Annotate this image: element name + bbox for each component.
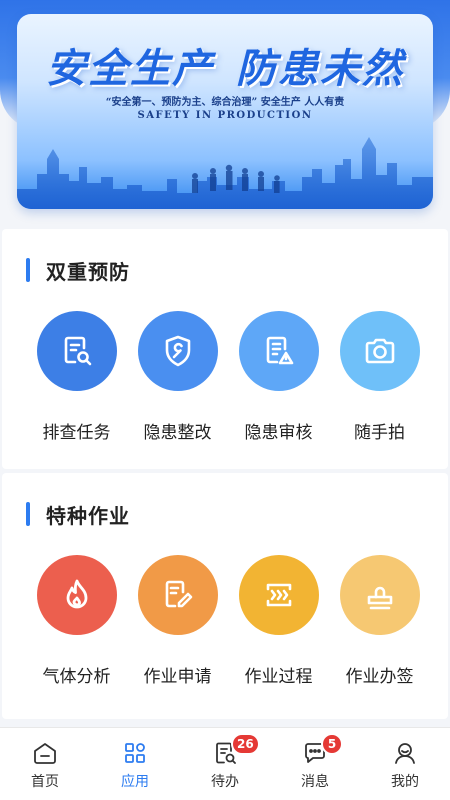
app-work-process[interactable]: 作业过程	[228, 555, 329, 687]
app-icon-circle	[137, 555, 218, 635]
apps-grid-icon	[121, 739, 149, 767]
tab-home[interactable]: 首页	[0, 728, 90, 800]
app-gas-analysis[interactable]: 气体分析	[26, 555, 127, 687]
todo-count-badge: 26	[231, 733, 260, 755]
app-grid: 气体分析 作业申请 作业过程 作业办签	[2, 555, 448, 687]
app-icon-circle	[339, 555, 420, 635]
section-dual-prevention: 双重预防 排查任务 隐患整改 隐患审核 随手拍	[2, 229, 448, 469]
tab-label: 待办	[211, 774, 239, 790]
banner-title-right: 防患未然	[236, 45, 404, 92]
bottom-tab-bar: 首页 应用 待办 26 消息 5 我的	[0, 727, 450, 800]
app-label: 隐患整改	[143, 423, 212, 443]
app-work-signoff[interactable]: 作业办签	[329, 555, 430, 687]
tab-todo[interactable]: 待办 26	[180, 728, 270, 800]
document-edit-icon	[165, 580, 192, 608]
tab-label: 应用	[121, 774, 149, 790]
process-arrows-icon	[266, 583, 291, 607]
section-special-operations: 特种作业 气体分析 作业申请 作业过程 作业办签	[2, 473, 448, 719]
document-search-icon	[64, 336, 91, 366]
app-label: 作业申请	[143, 667, 212, 687]
section-title-text: 双重预防	[46, 259, 130, 284]
banner-title: 安全生产 防患未然	[17, 36, 433, 94]
tab-mine[interactable]: 我的	[360, 728, 450, 800]
section-title: 特种作业	[26, 501, 130, 528]
app-icon-circle	[238, 311, 319, 391]
app-hazard-rectification[interactable]: 隐患整改	[127, 311, 228, 443]
app-label: 随手拍	[354, 423, 405, 443]
flame-icon	[66, 579, 87, 609]
app-inspection-task[interactable]: 排查任务	[26, 311, 127, 443]
section-title-bar	[26, 258, 30, 282]
stamp-icon	[367, 586, 392, 610]
tab-label: 消息	[301, 774, 329, 790]
banner-title-left: 安全生产	[46, 45, 214, 92]
tab-label: 我的	[391, 774, 419, 790]
app-icon-circle	[36, 311, 117, 391]
app-icon-circle	[137, 311, 218, 391]
document-warning-icon	[266, 336, 293, 365]
banner-slogan: “安全第一、预防为主、综合治理” 安全生产 人人有责	[105, 97, 345, 108]
app-grid: 排查任务 隐患整改 隐患审核 随手拍	[2, 311, 448, 443]
app-label: 作业过程	[244, 667, 313, 687]
user-icon	[391, 739, 419, 767]
shield-wrench-icon	[165, 335, 190, 367]
section-title-bar	[26, 502, 30, 526]
banner[interactable]: 安全生产 防患未然 “安全第一、预防为主、综合治理” 安全生产 人人有责 SAFE…	[17, 14, 433, 209]
camera-icon	[365, 338, 394, 364]
city-skyline-illustration	[17, 137, 433, 209]
app-snapshot[interactable]: 随手拍	[329, 311, 430, 443]
tab-label: 首页	[31, 774, 59, 790]
app-label: 排查任务	[42, 423, 111, 443]
tab-apps[interactable]: 应用	[90, 728, 180, 800]
app-icon-circle	[339, 311, 420, 391]
tab-messages[interactable]: 消息 5	[270, 728, 360, 800]
app-icon-circle	[238, 555, 319, 635]
app-label: 作业办签	[345, 667, 414, 687]
app-work-application[interactable]: 作业申请	[127, 555, 228, 687]
app-label: 隐患审核	[244, 423, 313, 443]
app-hazard-review[interactable]: 隐患审核	[228, 311, 329, 443]
section-title: 双重预防	[26, 257, 130, 284]
section-title-text: 特种作业	[46, 503, 130, 528]
home-icon	[31, 739, 59, 767]
app-icon-circle	[36, 555, 117, 635]
app-label: 气体分析	[42, 667, 111, 687]
message-count-badge: 5	[321, 733, 343, 755]
